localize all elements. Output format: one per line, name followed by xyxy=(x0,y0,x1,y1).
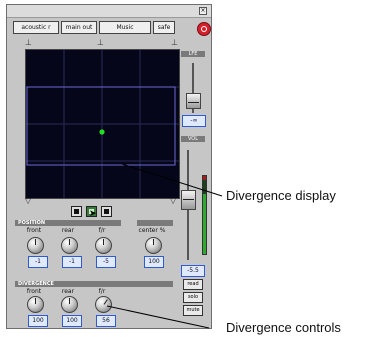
output-selector-button[interactable]: main out xyxy=(61,21,97,34)
speaker-right-front-icon: ⊥ xyxy=(171,38,178,47)
vol-value[interactable]: -5.5 xyxy=(181,265,205,277)
position-rear-label: rear xyxy=(61,227,75,234)
lfe-label: LFE xyxy=(181,51,205,57)
center-percent-value[interactable]: 100 xyxy=(144,256,164,268)
mouse-cursor-icon: ➤ xyxy=(89,209,97,219)
speaker-center-icon: ⊥ xyxy=(97,38,104,47)
view-mode-three-button[interactable] xyxy=(101,206,112,217)
music-selector-button[interactable]: Music xyxy=(99,21,151,34)
panner-position-dot[interactable] xyxy=(99,129,105,135)
mute-button[interactable]: mute xyxy=(183,305,203,316)
divergence-fr-label: f/r xyxy=(98,288,106,295)
position-section-label: POSITION xyxy=(15,220,121,226)
record-icon[interactable] xyxy=(197,22,211,36)
divergence-display[interactable] xyxy=(25,49,180,199)
divergence-boundary xyxy=(26,86,176,166)
lfe-value[interactable]: -∞ xyxy=(182,115,206,127)
divergence-display-callout: Divergence display xyxy=(226,188,336,203)
divergence-fr-knob[interactable] xyxy=(95,296,112,313)
close-icon[interactable]: × xyxy=(199,7,207,15)
speaker-left-surround-icon: ▽ xyxy=(25,196,32,205)
divergence-front-label: front xyxy=(26,288,42,295)
position-fr-knob[interactable] xyxy=(95,237,112,254)
divergence-controls-callout: Divergence controls xyxy=(226,320,341,335)
track-selector-button[interactable]: acoustic r xyxy=(13,21,59,34)
vol-fader-cap[interactable] xyxy=(181,190,196,210)
safe-button[interactable]: safe xyxy=(153,21,175,34)
divergence-rear-knob[interactable] xyxy=(61,296,78,313)
divergence-front-value[interactable]: 100 xyxy=(28,315,48,327)
divergence-section-label: DIVERGENCE xyxy=(15,281,173,287)
lfe-fader-cap[interactable] xyxy=(186,93,201,109)
view-mode-one-button[interactable] xyxy=(71,206,82,217)
automation-read-button[interactable]: read xyxy=(183,279,203,290)
speaker-right-surround-icon: ▽ xyxy=(170,196,177,205)
speaker-left-front-icon: ⊥ xyxy=(25,38,32,47)
position-fr-value[interactable]: -5 xyxy=(96,256,116,268)
divergence-rear-label: rear xyxy=(61,288,75,295)
position-front-label: front xyxy=(26,227,42,234)
solo-button[interactable]: solo xyxy=(183,292,203,303)
window-titlebar[interactable]: × xyxy=(7,5,211,18)
position-front-knob[interactable] xyxy=(27,237,44,254)
center-percent-label: center % xyxy=(138,227,166,234)
surround-panner-window: × acoustic r main out Music safe ⊥ ⊥ ⊥ ▽… xyxy=(6,4,212,329)
vol-label: VOL xyxy=(181,136,205,142)
position-fr-label: f/r xyxy=(98,227,106,234)
vol-level-meter xyxy=(202,175,207,255)
position-rear-knob[interactable] xyxy=(61,237,78,254)
divergence-fr-value[interactable]: 56 xyxy=(96,315,116,327)
position-rear-value[interactable]: -1 xyxy=(62,256,82,268)
divergence-rear-value[interactable]: 100 xyxy=(62,315,82,327)
panner-grid xyxy=(26,50,179,198)
center-percent-knob[interactable] xyxy=(145,237,162,254)
center-section-bar xyxy=(137,220,173,226)
position-front-value[interactable]: -1 xyxy=(28,256,48,268)
divergence-front-knob[interactable] xyxy=(27,296,44,313)
